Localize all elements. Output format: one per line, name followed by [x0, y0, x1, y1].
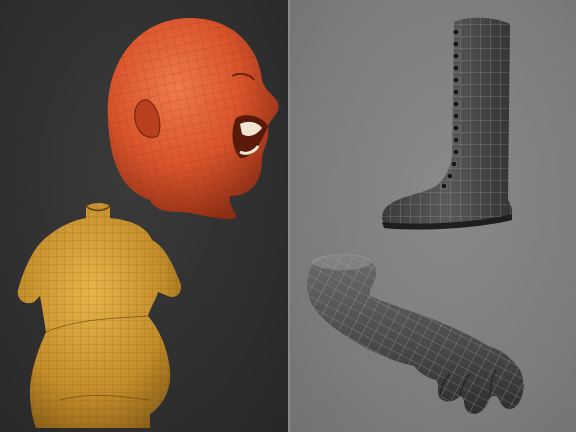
- right-viewport: [307, 17, 524, 415]
- left-viewport: [17, 18, 279, 428]
- dress-model: [17, 203, 182, 428]
- scene-frame: [0, 0, 576, 432]
- arm-model: [307, 254, 524, 415]
- left-panel: [0, 0, 288, 432]
- head-model: [107, 18, 279, 219]
- right-panel: [290, 0, 576, 432]
- boot-model: [382, 17, 513, 230]
